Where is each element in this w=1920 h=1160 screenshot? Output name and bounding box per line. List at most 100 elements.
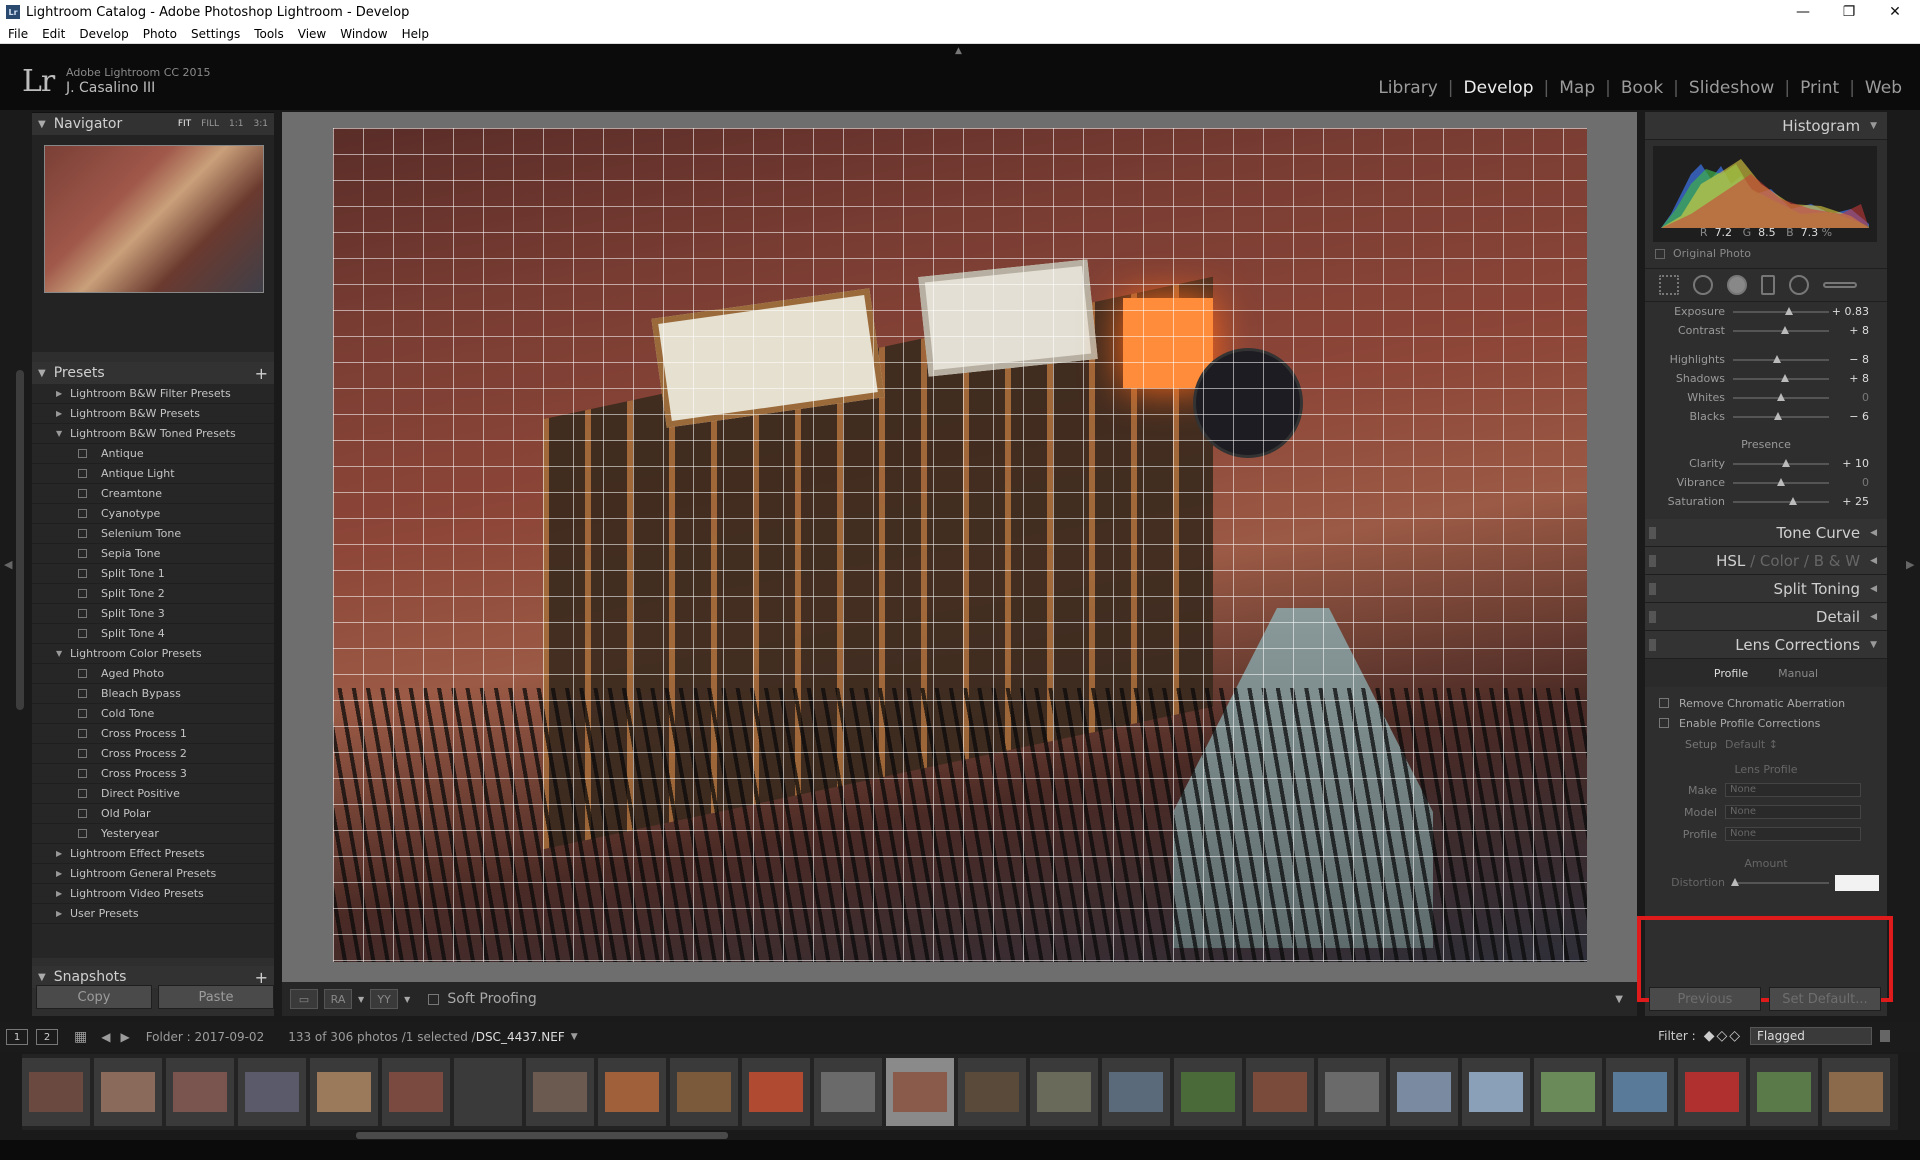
- panel-switch-icon[interactable]: [1649, 526, 1656, 539]
- add-snapshot-icon[interactable]: +: [255, 968, 274, 987]
- distortion-slider[interactable]: Distortion: [1645, 873, 1887, 892]
- folder-closed-icon[interactable]: ▶: [56, 869, 70, 878]
- filmstrip-thumbnail[interactable]: [1318, 1058, 1386, 1126]
- slider-value[interactable]: + 0.83: [1829, 305, 1869, 318]
- filter-select[interactable]: Flagged: [1750, 1027, 1872, 1045]
- menu-item[interactable]: Window: [340, 27, 387, 41]
- tab-bw[interactable]: B & W: [1814, 552, 1860, 570]
- enable-profile-checkbox[interactable]: [1659, 718, 1669, 728]
- slider-saturation[interactable]: Saturation + 25: [1645, 492, 1887, 511]
- navigator-header[interactable]: ▼ Navigator FIT FILL 1:1 3:1: [32, 113, 274, 135]
- panel-switch-icon[interactable]: [1649, 582, 1656, 595]
- module-print[interactable]: Print: [1790, 78, 1849, 98]
- menu-item[interactable]: Develop: [79, 27, 128, 41]
- preset-item[interactable]: Cross Process 1: [32, 724, 274, 744]
- slider-knob[interactable]: [1784, 306, 1793, 315]
- dropdown-arrow-icon[interactable]: ▼: [358, 995, 364, 1004]
- filter-lock-icon[interactable]: [1880, 1030, 1890, 1042]
- setup-select[interactable]: Default ↕: [1725, 738, 1778, 751]
- filmstrip-thumbnail[interactable]: [598, 1058, 666, 1126]
- menu-item[interactable]: View: [298, 27, 326, 41]
- filmstrip-thumbnail[interactable]: [454, 1058, 522, 1126]
- slider-knob[interactable]: [1780, 373, 1789, 382]
- slider-exposure[interactable]: Exposure + 0.83: [1645, 302, 1887, 321]
- photo-preview[interactable]: [333, 128, 1587, 962]
- slider-knob[interactable]: [1777, 392, 1785, 401]
- slider-value[interactable]: − 8: [1829, 353, 1869, 366]
- zoom-option[interactable]: FIT: [178, 119, 191, 129]
- preset-item[interactable]: Creamtone: [32, 484, 274, 504]
- zoom-option[interactable]: FILL: [201, 119, 219, 129]
- panel-switch-icon[interactable]: [1649, 638, 1656, 651]
- split-toning-header[interactable]: Split Toning ◀: [1645, 575, 1887, 603]
- maximize-icon[interactable]: ❐: [1826, 0, 1872, 24]
- module-map[interactable]: Map: [1549, 78, 1605, 98]
- close-icon[interactable]: ✕: [1872, 0, 1918, 24]
- copy-button[interactable]: Copy: [36, 985, 152, 1009]
- previous-button[interactable]: Previous: [1649, 987, 1761, 1011]
- lens-corrections-header[interactable]: Lens Corrections ▼: [1645, 631, 1887, 659]
- preset-item[interactable]: Cold Tone: [32, 704, 274, 724]
- filmstrip-thumbnail[interactable]: [742, 1058, 810, 1126]
- slider-track[interactable]: [1733, 411, 1829, 420]
- module-library[interactable]: Library: [1368, 78, 1447, 98]
- module-slideshow[interactable]: Slideshow: [1679, 78, 1784, 98]
- adjustment-brush-icon[interactable]: [1823, 282, 1857, 288]
- menu-item[interactable]: Tools: [254, 27, 284, 41]
- slider-knob[interactable]: [1788, 496, 1797, 505]
- soft-proofing-checkbox[interactable]: [428, 993, 440, 1005]
- slider-value[interactable]: − 6: [1829, 410, 1869, 423]
- filmstrip-scrollbar[interactable]: [356, 1132, 728, 1139]
- slider-value[interactable]: + 10: [1829, 457, 1869, 470]
- slider-vibrance[interactable]: Vibrance 0: [1645, 473, 1887, 492]
- grid-view-icon[interactable]: ▦: [74, 1029, 87, 1045]
- right-panel-toggle-icon[interactable]: ▶: [1906, 558, 1914, 571]
- dropdown-arrow-icon[interactable]: ▼: [404, 995, 410, 1004]
- menu-item[interactable]: Help: [402, 27, 429, 41]
- preset-item[interactable]: Aged Photo: [32, 664, 274, 684]
- slider-knob[interactable]: [1774, 411, 1783, 420]
- toolbar-menu-icon[interactable]: ▼: [1615, 994, 1623, 1005]
- filmstrip-thumbnail[interactable]: [382, 1058, 450, 1126]
- slider-knob[interactable]: [1777, 477, 1785, 486]
- paste-button[interactable]: Paste: [158, 985, 274, 1009]
- folder-open-icon[interactable]: ▼: [56, 429, 70, 438]
- menu-item[interactable]: Edit: [42, 27, 65, 41]
- slider-value[interactable]: + 25: [1829, 495, 1869, 508]
- preset-item[interactable]: Split Tone 1: [32, 564, 274, 584]
- filmstrip-thumbnail[interactable]: [526, 1058, 594, 1126]
- red-eye-tool-icon[interactable]: [1727, 275, 1747, 295]
- slider-highlights[interactable]: Highlights − 8: [1645, 350, 1887, 369]
- filmstrip-thumbnail[interactable]: [238, 1058, 306, 1126]
- filmstrip-thumbnail[interactable]: [1750, 1058, 1818, 1126]
- slider-track[interactable]: [1733, 477, 1829, 486]
- preset-item[interactable]: Cross Process 3: [32, 764, 274, 784]
- filmstrip-thumbnail[interactable]: [1822, 1058, 1890, 1126]
- distortion-value-field[interactable]: [1835, 874, 1879, 891]
- filmstrip-thumbnail[interactable]: [22, 1058, 90, 1126]
- slider-track[interactable]: [1733, 325, 1829, 334]
- preset-item[interactable]: Antique: [32, 444, 274, 464]
- preset-item[interactable]: Bleach Bypass: [32, 684, 274, 704]
- profile-select[interactable]: None: [1725, 827, 1861, 841]
- slider-knob[interactable]: [1773, 354, 1782, 363]
- preset-item[interactable]: Yesteryear: [32, 824, 274, 844]
- page-2-button[interactable]: 2: [36, 1029, 58, 1045]
- bottom-panel-toggle[interactable]: [0, 1140, 1920, 1160]
- panel-switch-icon[interactable]: [1649, 554, 1656, 567]
- slider-knob[interactable]: [1780, 325, 1789, 334]
- histogram-header[interactable]: Histogram ▼: [1645, 112, 1887, 140]
- tab-manual[interactable]: Manual: [1778, 667, 1818, 680]
- navigator-preview[interactable]: [44, 145, 264, 293]
- before-after-button[interactable]: RA: [324, 989, 352, 1009]
- slider-value[interactable]: + 8: [1829, 372, 1869, 385]
- module-develop[interactable]: Develop: [1454, 78, 1544, 98]
- filmstrip-thumbnail[interactable]: [814, 1058, 882, 1126]
- filmstrip-thumbnail[interactable]: [1102, 1058, 1170, 1126]
- remove-ca-checkbox[interactable]: [1659, 698, 1669, 708]
- slider-track[interactable]: [1733, 458, 1829, 467]
- filename-dropdown-icon[interactable]: ▼: [571, 1032, 578, 1042]
- slider-shadows[interactable]: Shadows + 8: [1645, 369, 1887, 388]
- preset-folder[interactable]: ▶ Lightroom General Presets: [32, 864, 274, 884]
- add-preset-icon[interactable]: +: [255, 364, 274, 383]
